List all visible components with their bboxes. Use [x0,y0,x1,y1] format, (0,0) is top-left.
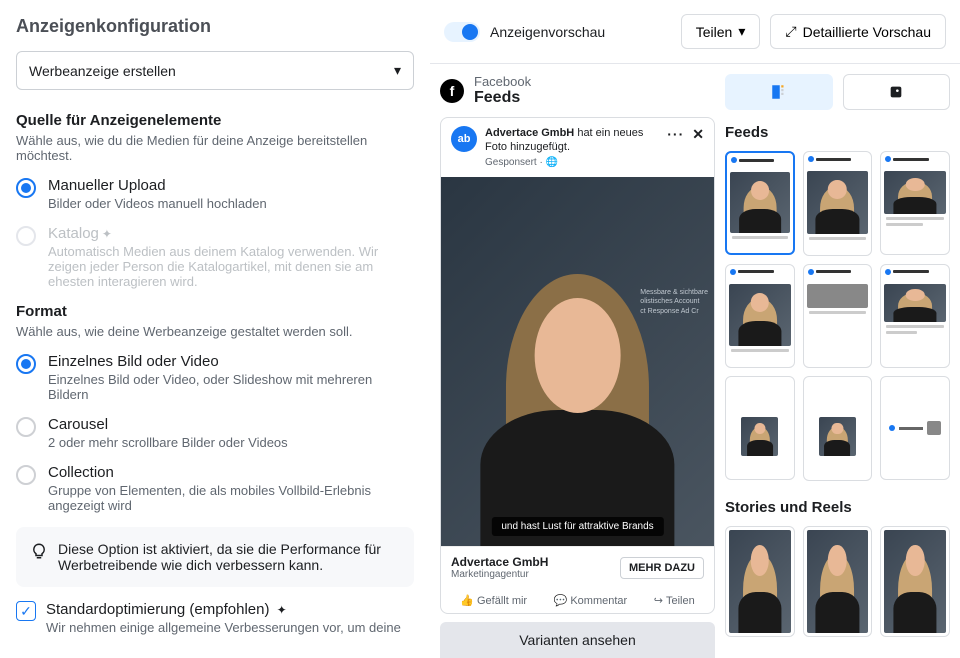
placement-thumb[interactable] [725,526,795,637]
comment-icon: 💬 [554,594,568,607]
preview-side: Feeds Stories und Reels [725,74,950,658]
chevron-down-icon: ▾ [738,23,745,40]
info-text: Diese Option ist aktiviert, da sie die P… [58,541,400,573]
select-value: Werbeanzeige erstellen [29,63,176,79]
format-option-carousel[interactable]: Carousel 2 oder mehr scrollbare Bilder o… [16,416,414,450]
author-name: Advertace GmbH [485,127,574,139]
radio-label: Collection [48,464,114,481]
placement-thumb[interactable] [880,376,950,480]
side-stories-title: Stories und Reels [725,499,950,516]
source-desc: Wähle aus, wie du die Medien für deine A… [16,133,414,163]
card-header: ab Advertace GmbH hat ein neues Foto hin… [441,118,714,177]
like-icon: 👍 [460,594,474,607]
radio-sub: Automatisch Medien aus deinem Katalog ve… [48,244,414,289]
share-action[interactable]: ↪Teilen [654,594,695,607]
cta-button[interactable]: MEHR DAZU [620,557,704,579]
share-icon: ↪ [654,594,663,607]
preview-toggle[interactable] [444,22,480,42]
opt-sub: Wir nehmen einige allgemeine Verbesserun… [46,620,401,635]
opt-label: Standardoptimierung (empfohlen) ✦ [46,601,287,618]
preview-main: f Facebook Feeds ab Advertace GmbH hat e… [440,74,715,658]
radio-label: Katalog✦ [48,225,112,242]
feeds-grid [725,151,950,481]
radio-icon [16,178,36,198]
placement-name: Feeds [474,89,531,107]
source-heading: Quelle für Anzeigenelemente [16,112,414,129]
radio-icon [16,354,36,374]
placement-thumb[interactable] [880,151,950,255]
preview-header: Anzeigenvorschau Teilen▾ ⤢Detaillierte V… [430,0,960,64]
cta-bar: Advertace GmbH Marketingagentur MEHR DAZ… [441,546,714,588]
checkbox-icon: ✓ [16,601,36,621]
view-mode-alt[interactable] [843,74,951,110]
stories-grid [725,526,950,637]
sparkle-icon: ✦ [277,603,287,617]
radio-sub: Bilder oder Videos manuell hochladen [48,196,267,211]
facebook-icon: f [440,79,464,103]
comment-button[interactable]: 💬Kommentar [554,594,628,607]
more-icon[interactable]: ··· [667,126,684,143]
placement-thumb[interactable] [725,151,795,255]
action-bar: 👍Gefällt mir 💬Kommentar ↪Teilen [441,588,714,613]
chevron-down-icon: ▾ [394,62,401,79]
caption-text: und hast Lust für attraktive Brands [491,517,663,536]
config-panel: Anzeigenkonfiguration Werbeanzeige erste… [0,0,430,658]
placement-thumb[interactable] [725,264,795,368]
placement-thumb[interactable] [803,376,873,481]
preview-label: Anzeigenvorschau [490,24,605,40]
format-option-collection[interactable]: Collection Gruppe von Elementen, die als… [16,464,414,513]
brand-name: Advertace GmbH [451,555,548,569]
like-button[interactable]: 👍Gefällt mir [460,594,527,607]
banner-text: Messbare & sichtbare olistisches Account… [640,288,708,317]
ad-card: ab Advertace GmbH hat ein neues Foto hin… [440,117,715,614]
detailed-preview-button[interactable]: ⤢Detaillierte Vorschau [770,14,946,49]
radio-label: Einzelnes Bild oder Video [48,353,219,370]
config-title: Anzeigenkonfiguration [16,16,414,37]
brand-subtitle: Marketingagentur [451,569,548,580]
radio-label: Manueller Upload [48,177,166,194]
radio-icon [16,417,36,437]
variants-button[interactable]: Varianten ansehen [440,622,715,658]
placement-thumb[interactable] [880,526,950,637]
format-heading: Format [16,303,414,320]
radio-icon [16,465,36,485]
side-feeds-title: Feeds [725,124,950,141]
placement-thumb[interactable] [803,264,873,369]
radio-sub: Gruppe von Elementen, die als mobiles Vo… [48,483,414,513]
share-button[interactable]: Teilen▾ [681,14,761,49]
source-option-manual[interactable]: Manueller Upload Bilder oder Videos manu… [16,177,414,211]
format-option-single[interactable]: Einzelnes Bild oder Video Einzelnes Bild… [16,353,414,402]
placement-thumb[interactable] [880,264,950,368]
lightbulb-icon [30,542,48,560]
format-desc: Wähle aus, wie deine Werbeanzeige gestal… [16,324,414,339]
media-preview: Messbare & sichtbare olistisches Account… [441,177,714,546]
placement-thumb[interactable] [803,151,873,256]
close-icon[interactable]: ✕ [692,126,704,143]
optimization-checkbox-row[interactable]: ✓ Standardoptimierung (empfohlen) ✦ Wir … [16,601,414,635]
globe-icon: 🌐 [546,157,558,168]
avatar-icon: ab [451,126,477,152]
sparkle-icon: ✦ [102,227,112,241]
radio-sub: 2 oder mehr scrollbare Bilder oder Video… [48,435,288,450]
expand-icon: ⤢ [785,23,796,40]
placement-thumb[interactable] [803,526,873,637]
platform-name: Facebook [474,74,531,89]
placement-thumb[interactable] [725,376,795,480]
radio-sub: Einzelnes Bild oder Video, oder Slidesho… [48,372,414,402]
platform-header: f Facebook Feeds [440,74,715,107]
radio-icon [16,226,36,246]
ad-type-select[interactable]: Werbeanzeige erstellen ▾ [16,51,414,90]
preview-panel: Anzeigenvorschau Teilen▾ ⤢Detaillierte V… [430,0,960,658]
info-box: Diese Option ist aktiviert, da sie die P… [16,527,414,587]
sponsored-label: Gesponsert · [485,157,546,168]
radio-label: Carousel [48,416,108,433]
source-option-catalog: Katalog✦ Automatisch Medien aus deinem K… [16,225,414,289]
view-mode-feed[interactable] [725,74,833,110]
